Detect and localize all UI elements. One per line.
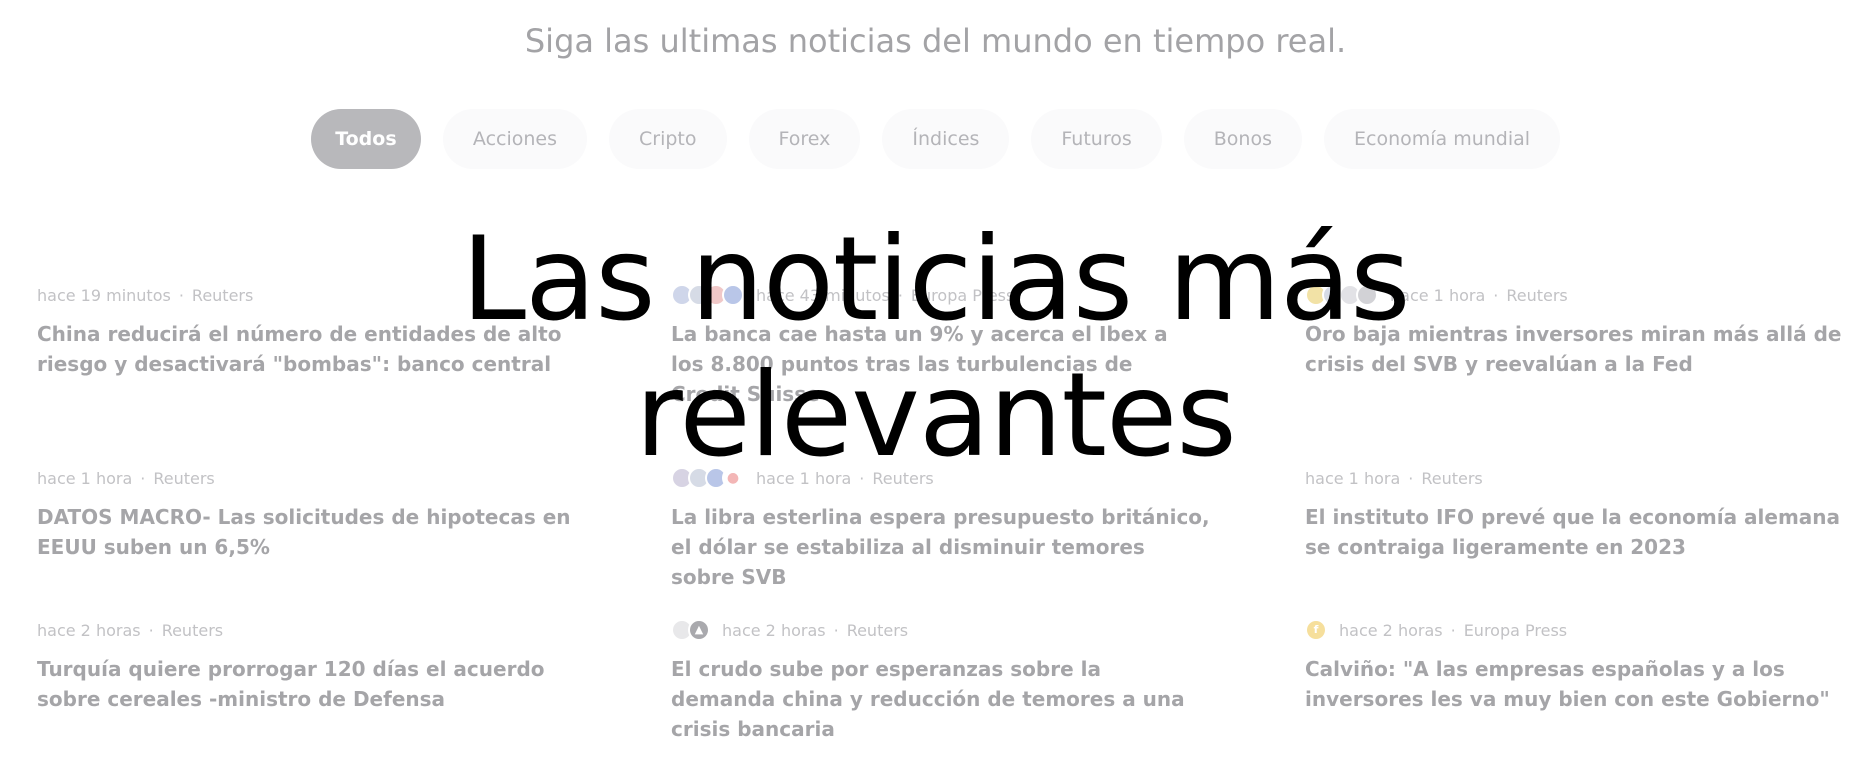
news-headline[interactable]: Turquía quiere prorrogar 120 días el acu…: [37, 654, 597, 714]
tab-acciones[interactable]: Acciones: [442, 109, 588, 169]
tab-economia-mundial[interactable]: Economía mundial: [1324, 109, 1561, 169]
hero-line-1: Las noticias más: [461, 212, 1410, 347]
hero-line-2: relevantes: [635, 348, 1237, 483]
drop-icon: ▲: [688, 619, 710, 641]
tab-bonos[interactable]: Bonos: [1183, 109, 1302, 169]
news-meta: hace 2 horas · Reuters: [37, 618, 597, 642]
news-meta: f hace 2 horas · Europa Press: [1305, 618, 1845, 642]
hero-heading: Las noticias más relevantes: [0, 212, 1871, 484]
news-source: Reuters: [161, 620, 224, 640]
asset-icons: ▲: [671, 619, 714, 641]
tab-futuros[interactable]: Futuros: [1031, 109, 1162, 169]
meta-separator: ·: [833, 620, 839, 640]
news-source: Europa Press: [1463, 620, 1568, 640]
news-item[interactable]: f hace 2 horas · Europa Press Calviño: "…: [1305, 618, 1845, 714]
news-headline[interactable]: El crudo sube por esperanzas sobre la de…: [671, 654, 1191, 744]
news-headline[interactable]: DATOS MACRO- Las solicitudes de hipoteca…: [37, 502, 597, 562]
news-headline[interactable]: Calviño: "A las empresas españolas y a l…: [1305, 654, 1845, 714]
news-item[interactable]: hace 2 horas · Reuters Turquía quiere pr…: [37, 618, 597, 714]
news-source: Reuters: [846, 620, 909, 640]
news-time: hace 2 horas: [722, 620, 826, 640]
news-headline[interactable]: El instituto IFO prevé que la economía a…: [1305, 502, 1845, 562]
meta-separator: ·: [1450, 620, 1456, 640]
tab-todos[interactable]: Todos: [310, 109, 421, 169]
tab-forex[interactable]: Forex: [748, 109, 861, 169]
page-subtitle: Siga las ultimas noticias del mundo en t…: [524, 22, 1347, 60]
meta-separator: ·: [148, 620, 154, 640]
company-logo-icon: f: [1305, 619, 1327, 641]
news-time: hace 2 horas: [1339, 620, 1443, 640]
news-headline[interactable]: La libra esterlina espera presupuesto br…: [671, 502, 1211, 592]
tab-cripto[interactable]: Cripto: [609, 109, 727, 169]
tab-indices[interactable]: Índices: [882, 109, 1010, 169]
news-time: hace 2 horas: [37, 620, 141, 640]
news-meta: ▲ hace 2 horas · Reuters: [671, 618, 1191, 642]
news-item[interactable]: ▲ hace 2 horas · Reuters El crudo sube p…: [671, 618, 1191, 744]
category-tabs: Todos Acciones Cripto Forex Índices Futu…: [0, 109, 1871, 169]
news-item[interactable]: ● hace 1 hora · Reuters La libra esterli…: [671, 466, 1211, 592]
asset-icons: f: [1305, 619, 1331, 641]
